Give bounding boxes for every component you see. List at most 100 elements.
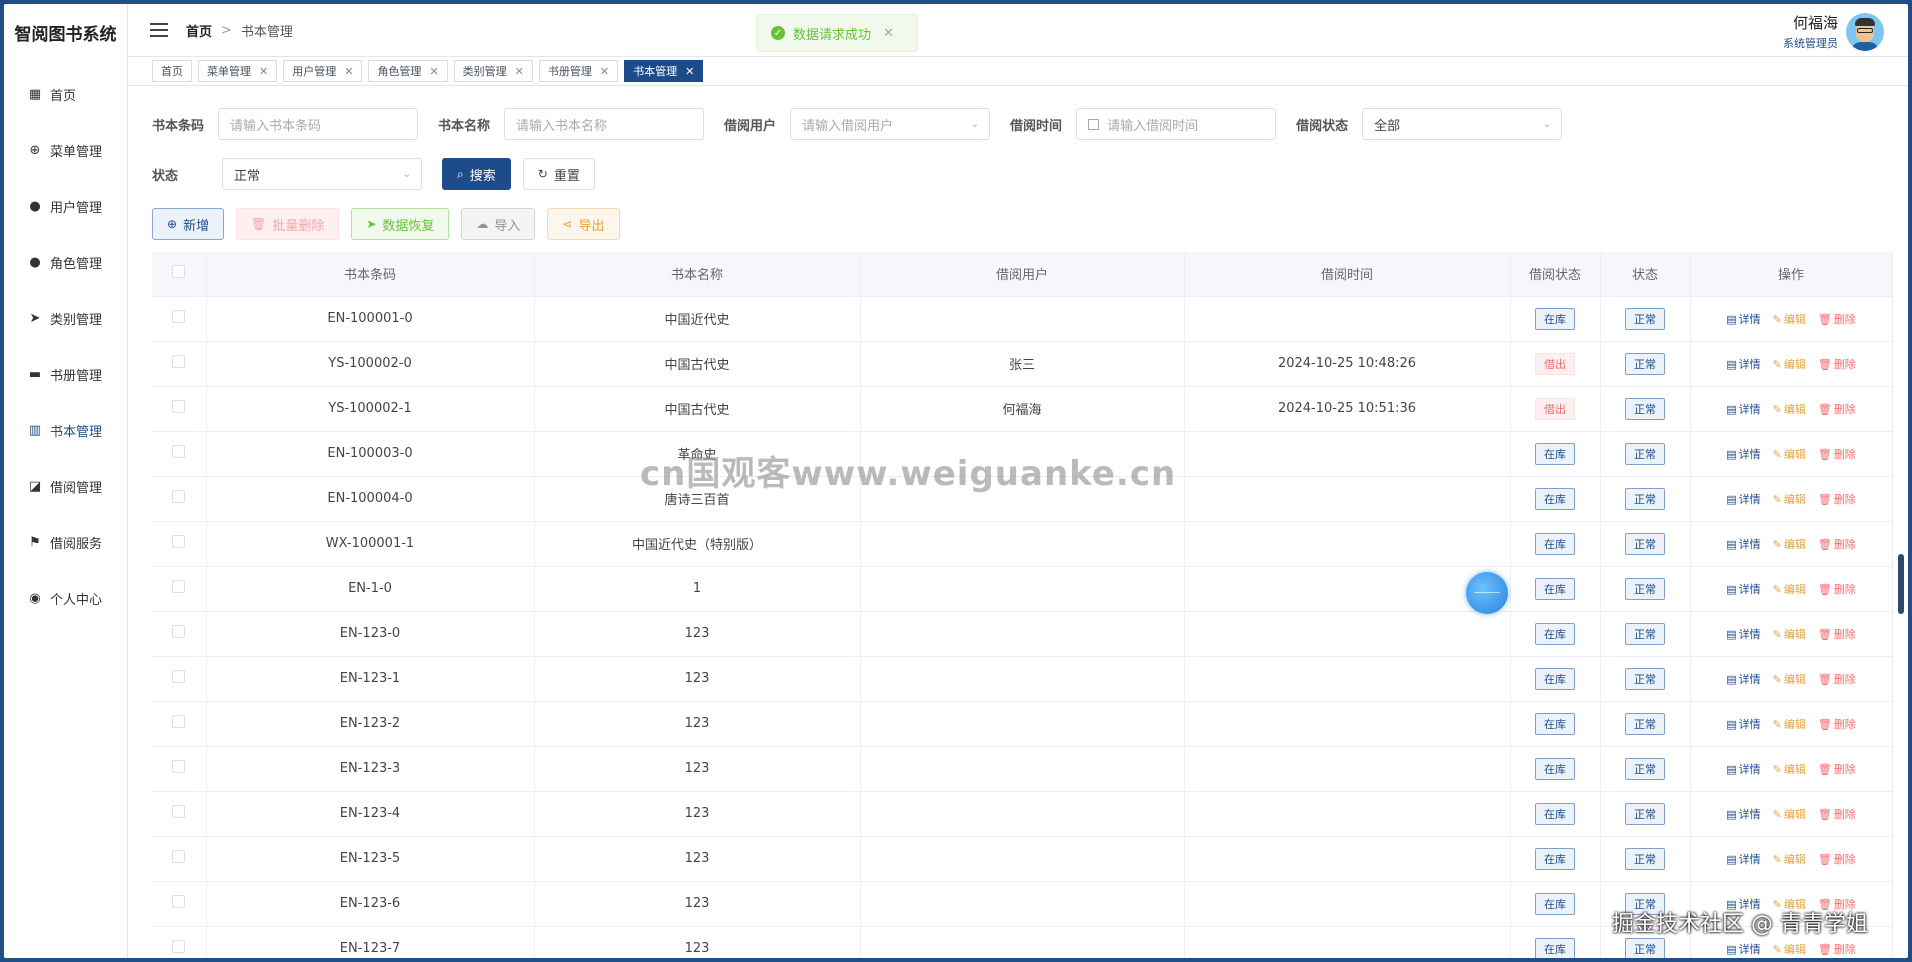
edit-link[interactable]: ✎ 编辑 [1773,673,1806,686]
detail-link[interactable]: ▤ 详情 [1726,673,1760,686]
status-select[interactable]: 正常 ⌄ [222,158,422,190]
edit-link[interactable]: ✎ 编辑 [1773,808,1806,821]
detail-link[interactable]: ▤ 详情 [1726,853,1760,866]
floating-assistant-icon[interactable] [1466,572,1508,614]
delete-link[interactable]: 🗑 删除 [1818,403,1856,416]
sidebar-item-9[interactable]: ◉ 个人中心 [4,570,127,626]
detail-link[interactable]: ▤ 详情 [1726,583,1760,596]
scrollbar[interactable] [1898,554,1904,614]
edit-link[interactable]: ✎ 编辑 [1773,583,1806,596]
edit-link[interactable]: ✎ 编辑 [1773,538,1806,551]
add-button[interactable]: ⊕ 新增 [152,208,225,240]
borrower-select[interactable]: 请输入借阅用户 ⌄ [790,108,991,140]
edit-link[interactable]: ✎ 编辑 [1773,718,1806,731]
detail-link[interactable]: ▤ 详情 [1726,358,1760,371]
tag-5[interactable]: 书册管理 ✕ [538,60,619,82]
row-checkbox[interactable] [172,310,186,323]
restore-button[interactable]: ➤ 数据恢复 [351,208,450,240]
row-checkbox[interactable] [172,355,186,368]
detail-link[interactable]: ▤ 详情 [1726,898,1760,911]
row-checkbox[interactable] [172,625,186,638]
sidebar-item-6[interactable]: ▥ 书本管理 [4,402,127,458]
row-checkbox[interactable] [172,580,186,593]
tag-2[interactable]: 用户管理 ✕ [283,60,363,82]
close-icon[interactable]: ✕ [515,65,524,78]
detail-link[interactable]: ▤ 详情 [1726,628,1760,641]
avatar[interactable] [1846,12,1884,51]
batch-delete-button[interactable]: 🗑 批量删除 [236,208,340,240]
borrow-status-select[interactable]: 全部 ⌄ [1362,108,1563,140]
row-checkbox[interactable] [172,535,186,548]
row-checkbox[interactable] [172,715,186,728]
edit-link[interactable]: ✎ 编辑 [1773,448,1806,461]
delete-link[interactable]: 🗑 删除 [1818,808,1856,821]
time-picker[interactable]: 请输入借阅时间 [1076,108,1277,140]
detail-link[interactable]: ▤ 详情 [1726,403,1760,416]
sidebar-item-7[interactable]: ◪ 借阅管理 [4,458,127,514]
detail-link[interactable]: ▤ 详情 [1726,313,1760,326]
delete-link[interactable]: 🗑 删除 [1818,538,1856,551]
delete-link[interactable]: 🗑 删除 [1818,853,1856,866]
edit-link[interactable]: ✎ 编辑 [1773,853,1806,866]
edit-link[interactable]: ✎ 编辑 [1773,943,1806,956]
sidebar-item-4[interactable]: ➤ 类别管理 [4,290,127,346]
close-icon[interactable]: ✕ [429,65,438,78]
delete-link[interactable]: 🗑 删除 [1818,583,1856,596]
row-checkbox[interactable] [172,445,186,458]
detail-link[interactable]: ▤ 详情 [1726,808,1760,821]
delete-link[interactable]: 🗑 删除 [1818,313,1856,326]
detail-link[interactable]: ▤ 详情 [1726,763,1760,776]
user-profile[interactable]: 何福海 系统管理员 [1783,12,1884,51]
tag-1[interactable]: 菜单管理 ✕ [198,60,278,82]
detail-link[interactable]: ▤ 详情 [1726,943,1760,956]
detail-link[interactable]: ▤ 详情 [1726,448,1760,461]
row-checkbox[interactable] [172,490,186,503]
close-icon[interactable]: ✕ [883,26,894,41]
row-checkbox[interactable] [172,940,186,953]
tag-6[interactable]: 书本管理 ✕ [624,60,704,82]
delete-link[interactable]: 🗑 删除 [1818,448,1856,461]
breadcrumb-home[interactable]: 首页 [186,21,212,40]
edit-link[interactable]: ✎ 编辑 [1773,763,1806,776]
tag-0[interactable]: 首页 [152,60,192,82]
delete-link[interactable]: 🗑 删除 [1818,943,1856,956]
edit-link[interactable]: ✎ 编辑 [1773,313,1806,326]
sidebar-item-8[interactable]: ⚑ 借阅服务 [4,514,127,570]
search-button[interactable]: ⌕ 搜索 [442,158,511,190]
delete-link[interactable]: 🗑 删除 [1818,718,1856,731]
delete-link[interactable]: 🗑 删除 [1818,673,1856,686]
row-checkbox[interactable] [172,895,186,908]
import-button[interactable]: ☁ 导入 [461,208,536,240]
delete-link[interactable]: 🗑 删除 [1818,763,1856,776]
menu-toggle-icon[interactable] [150,23,168,37]
edit-link[interactable]: ✎ 编辑 [1773,358,1806,371]
reset-button[interactable]: ↻ 重置 [522,158,595,190]
close-icon[interactable]: ✕ [259,65,268,78]
sidebar-item-1[interactable]: ⊕ 菜单管理 [4,122,127,178]
edit-link[interactable]: ✎ 编辑 [1773,898,1806,911]
sidebar-item-2[interactable]: ● 用户管理 [4,178,127,234]
tag-3[interactable]: 角色管理 ✕ [368,60,448,82]
row-checkbox[interactable] [172,670,186,683]
name-input[interactable]: 请输入书本名称 [504,108,705,140]
delete-link[interactable]: 🗑 删除 [1818,358,1856,371]
row-checkbox[interactable] [172,400,186,413]
row-checkbox[interactable] [172,805,186,818]
delete-link[interactable]: 🗑 删除 [1818,898,1856,911]
delete-link[interactable]: 🗑 删除 [1818,628,1856,641]
row-checkbox[interactable] [172,760,186,773]
sidebar-item-5[interactable]: ▬ 书册管理 [4,346,127,402]
sidebar-item-0[interactable]: ▦ 首页 [4,66,127,122]
edit-link[interactable]: ✎ 编辑 [1773,493,1806,506]
detail-link[interactable]: ▤ 详情 [1726,538,1760,551]
close-icon[interactable]: ✕ [344,65,353,78]
detail-link[interactable]: ▤ 详情 [1726,718,1760,731]
close-icon[interactable]: ✕ [685,65,694,78]
tag-4[interactable]: 类别管理 ✕ [453,60,533,82]
delete-link[interactable]: 🗑 删除 [1818,493,1856,506]
barcode-input[interactable]: 请输入书本条码 [218,108,419,140]
edit-link[interactable]: ✎ 编辑 [1773,628,1806,641]
row-checkbox[interactable] [172,850,186,863]
edit-link[interactable]: ✎ 编辑 [1773,403,1806,416]
export-button[interactable]: ⋖ 导出 [547,208,620,240]
